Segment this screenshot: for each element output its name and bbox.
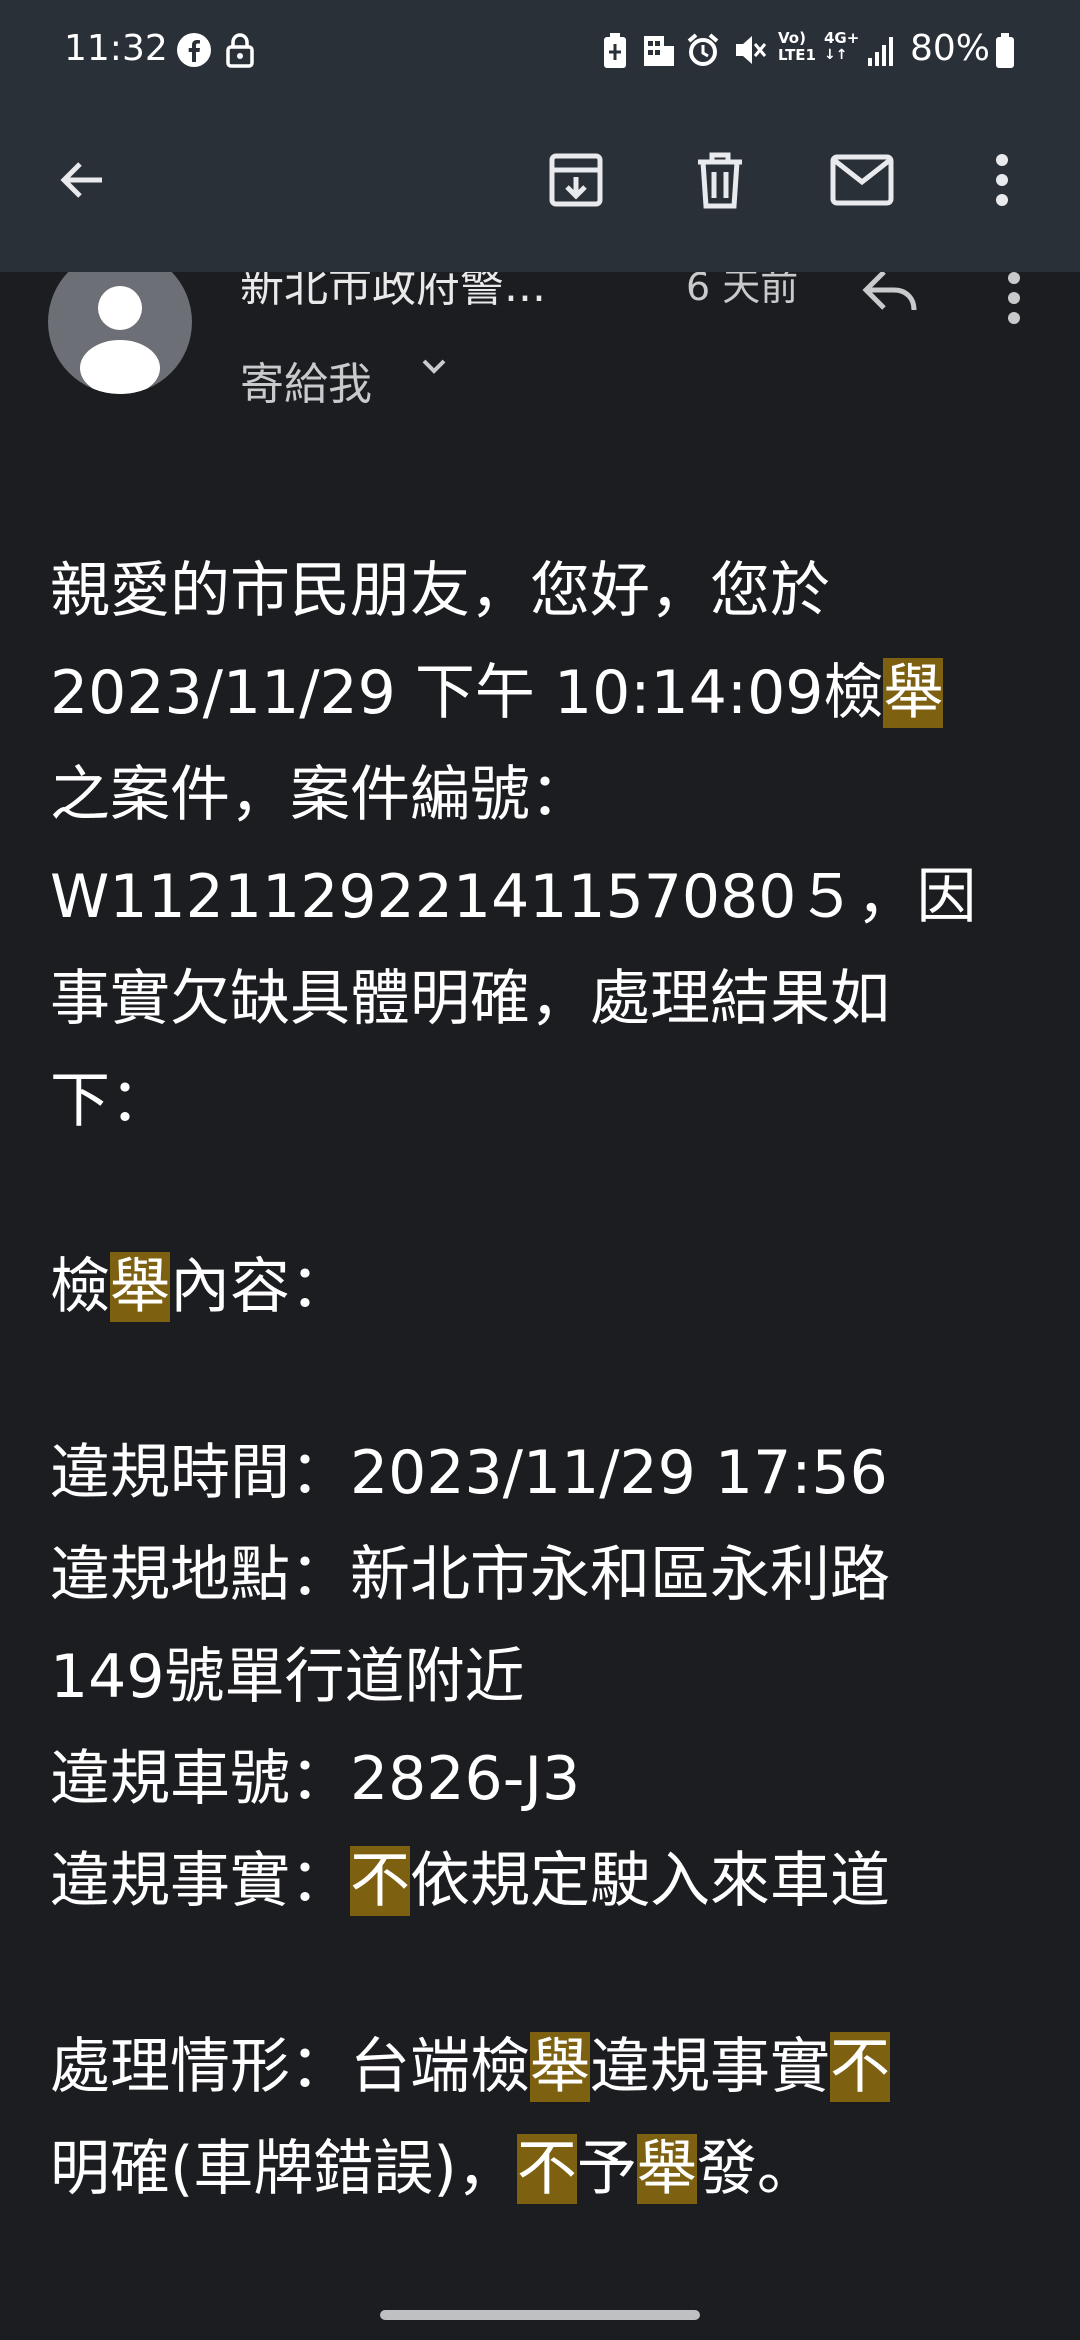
search-highlight: 不 [830,2032,890,2102]
volte-label-bottom: LTE1 [778,46,816,64]
body-line: 親愛的市民朋友，您好，您於 [50,556,830,626]
body-line: 事實欠缺具體明確，處理結果如 [50,964,890,1034]
battery-icon [994,32,1016,74]
top-bar: 11:32 Vo) LTE1 4G+ ↓↑ 80% [0,0,1080,272]
facebook-icon [176,32,212,72]
violation-plate: 違規車號：2826-J3 [50,1744,581,1814]
battery-percent: 80% [910,28,991,69]
violation-fact: 違規事實：不依規定駛入來車道 [50,1846,890,1916]
case-number-line: W112112922141157080５，因 [50,862,977,932]
violation-time: 違規時間：2023/11/29 17:56 [50,1438,888,1508]
app-bar [0,110,1080,250]
more-vert-icon [1008,272,1020,324]
more-vert-icon [996,154,1008,206]
hotel-icon [642,32,676,72]
search-highlight: 不 [350,1846,410,1916]
body-line: 檢舉內容： [50,1252,350,1322]
more-options-button[interactable] [962,140,1042,220]
search-highlight: 不 [516,2134,577,2204]
mail-icon [830,154,894,206]
body-line: 2023/11/29 下午 10:14:09檢舉 [50,658,944,728]
search-highlight: 舉 [530,2032,590,2102]
network-type-label: 4G+ [824,29,860,47]
violation-location: 違規地點：新北市永和區永利路 [50,1540,890,1610]
gesture-navigation-bar[interactable] [380,2310,700,2320]
search-highlight: 舉 [110,1252,170,1322]
reply-icon [862,270,917,311]
message-more-button[interactable] [1006,270,1022,330]
body-line: 下： [50,1066,170,1136]
handling-status: 處理情形：台端檢舉違規事實不 [50,2032,890,2102]
back-button[interactable] [42,140,122,220]
mark-unread-button[interactable] [822,140,902,220]
archive-button[interactable] [536,140,616,220]
volte-icon: Vo) LTE1 [778,30,816,64]
delete-button[interactable] [680,140,760,220]
chevron-down-icon[interactable] [420,356,448,380]
violation-location-cont: 149號單行道附近 [50,1642,525,1712]
alarm-icon [686,32,720,72]
email-body: 親愛的市民朋友，您好，您於 2023/11/29 下午 10:14:09檢舉 之… [50,540,1050,2220]
4g-icon: 4G+ ↓↑ [824,29,860,64]
lock-icon [224,32,256,72]
reply-button[interactable] [860,266,920,318]
archive-icon [549,153,603,207]
volte-label-top: Vo) [778,29,806,47]
back-arrow-icon [60,162,102,198]
delete-icon [698,152,742,209]
recipient-label[interactable]: 寄給我 [240,348,372,412]
search-highlight: 舉 [883,658,944,728]
status-time: 11:32 [64,28,168,69]
battery-saver-icon [600,32,630,74]
mute-icon [732,32,768,72]
body-line: 之案件，案件編號： [50,760,590,830]
handling-status-cont: 明確(車牌錯誤)，不予舉發。 [50,2134,817,2204]
status-bar: 11:32 Vo) LTE1 4G+ ↓↑ 80% [0,0,1080,100]
signal-icon [866,32,898,72]
search-highlight: 舉 [636,2134,697,2204]
